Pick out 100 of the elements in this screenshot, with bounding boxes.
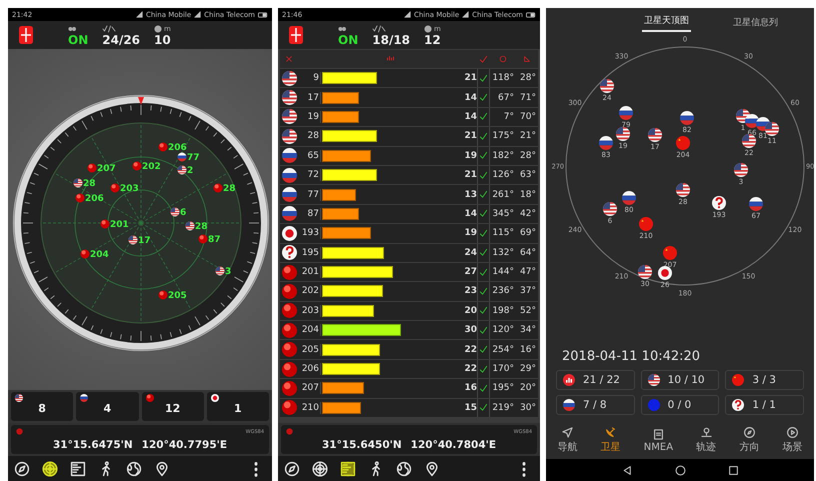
- signal-icon: [194, 11, 202, 18]
- radar-icon[interactable]: [42, 460, 58, 476]
- azimuth-value: 175°: [492, 131, 515, 142]
- accuracy-value: 10: [154, 34, 171, 46]
- longitude: 120°40.7804'E: [410, 439, 496, 451]
- azimuth-value: 261°: [492, 190, 515, 200]
- satellite-label: 206: [85, 194, 104, 204]
- azimuth-value: 118°: [492, 73, 515, 84]
- satellite-label: 204: [90, 250, 109, 260]
- satellite-count: 7 / 8: [583, 399, 607, 411]
- satellite-count: 12: [164, 402, 182, 415]
- satellite-label: 207: [97, 164, 116, 174]
- satellite-prn: 202: [302, 286, 320, 296]
- satellite-prn: 204: [302, 325, 320, 336]
- elevation-value: 37°: [520, 286, 537, 296]
- nav-tab[interactable]: 场景: [782, 426, 802, 454]
- tab[interactable]: 卫星信息列: [731, 16, 780, 32]
- document-icon: [652, 428, 665, 440]
- compass-icon[interactable]: [14, 460, 30, 476]
- play-icon: [786, 426, 799, 439]
- satellite-label: 17: [138, 236, 151, 246]
- nav-tab[interactable]: NMEA: [644, 428, 674, 452]
- elevation-value: 64°: [520, 248, 537, 258]
- map-pin-icon[interactable]: [424, 460, 440, 476]
- elevation-value: 28°: [520, 150, 537, 161]
- snr-value: 16: [464, 383, 477, 394]
- signal-list-icon[interactable]: [70, 460, 86, 476]
- satellite-prn: 205: [302, 344, 320, 355]
- satellite-prn: 19: [308, 112, 320, 122]
- tab[interactable]: 卫星天顶图: [642, 14, 691, 32]
- satellite-count: 8: [37, 402, 47, 415]
- signal-list-icon[interactable]: [340, 460, 356, 476]
- nav-tab[interactable]: 导航: [558, 426, 578, 454]
- snr-value: 21: [464, 170, 477, 180]
- satellite-prn: 193: [302, 228, 320, 238]
- timestamp: 2018-04-11 10:42:20: [562, 349, 702, 364]
- elevation-value: 20°: [520, 383, 537, 394]
- satellite-prn: 65: [308, 150, 320, 161]
- azimuth-value: 120°: [492, 325, 515, 336]
- azimuth-value: 219°: [492, 402, 515, 413]
- azimuth-value: 126°: [492, 170, 515, 180]
- snr-value: 13: [464, 190, 477, 200]
- azimuth-value: 170°: [492, 364, 515, 374]
- location-track-icon: [700, 426, 713, 439]
- fix-status: ON: [338, 34, 358, 46]
- snr-value: 21: [464, 73, 477, 84]
- snr-value: 22: [464, 364, 477, 374]
- azimuth-value: 182°: [492, 150, 515, 161]
- satellite-label: 2: [187, 166, 194, 176]
- elevation-icon: [523, 55, 531, 63]
- latitude: 31°15.6475'N: [52, 439, 133, 451]
- location-fix-icon: [16, 428, 23, 435]
- longitude: 120°40.7795'E: [142, 439, 228, 451]
- home-icon[interactable]: [674, 464, 686, 476]
- snr-value: 27: [464, 267, 477, 278]
- nav-tab[interactable]: 方向: [739, 426, 760, 454]
- map-pin-icon[interactable]: [154, 460, 170, 476]
- satellite-label: 205: [168, 291, 187, 301]
- satellite-label: 87: [208, 235, 221, 245]
- azimuth-value: 198°: [492, 306, 515, 316]
- satellite-label: 202: [142, 162, 161, 172]
- azimuth-icon: [499, 55, 507, 63]
- app-logo-icon: [16, 24, 36, 46]
- radar-icon[interactable]: [312, 460, 328, 476]
- nav-tab[interactable]: 卫星: [600, 426, 621, 454]
- satellite-count: 21 / 22: [583, 374, 620, 386]
- elevation-value: 63°: [520, 170, 537, 180]
- elevation-value: 16°: [520, 344, 537, 355]
- satellite-prn: 201: [302, 267, 320, 278]
- recents-icon[interactable]: [728, 464, 738, 476]
- check-icon: [479, 54, 488, 64]
- satellite-count: 3 / 3: [752, 374, 776, 386]
- satellite-label: 3: [225, 267, 232, 277]
- fix-status: ON: [68, 34, 88, 46]
- satellite-prn: 195: [302, 248, 320, 258]
- nav-tab[interactable]: 轨迹: [696, 426, 716, 454]
- battery-icon: [258, 10, 268, 20]
- satellite-count: 4: [102, 402, 112, 415]
- satellite-count: 10 / 10: [668, 374, 705, 386]
- satellite-count: 0 / 0: [668, 399, 692, 411]
- satellite-prn: 87: [308, 208, 320, 219]
- azimuth-value: 254°: [492, 344, 515, 355]
- satellites-used: 24/26: [102, 34, 140, 46]
- elevation-value: 21°: [520, 131, 537, 142]
- back-icon[interactable]: [622, 464, 632, 476]
- satellite-label: 203: [120, 184, 139, 194]
- snr-value: 19: [464, 228, 477, 238]
- snr-value: 15: [464, 402, 477, 413]
- satellite-prn: 17: [308, 92, 320, 103]
- satellite-label: 77: [187, 153, 200, 163]
- elevation-value: 71°: [520, 92, 537, 103]
- snr-value: 21: [464, 131, 477, 142]
- azimuth-value: 144°: [492, 267, 515, 278]
- satellite-label: 28: [195, 222, 208, 232]
- compass-icon[interactable]: [284, 460, 300, 476]
- compass-icon: [742, 426, 756, 439]
- satellite-count: 1 / 1: [752, 399, 776, 411]
- signal-icon: [404, 11, 411, 18]
- satellite-prn: 206: [302, 364, 320, 374]
- snr-value: 30: [464, 325, 477, 336]
